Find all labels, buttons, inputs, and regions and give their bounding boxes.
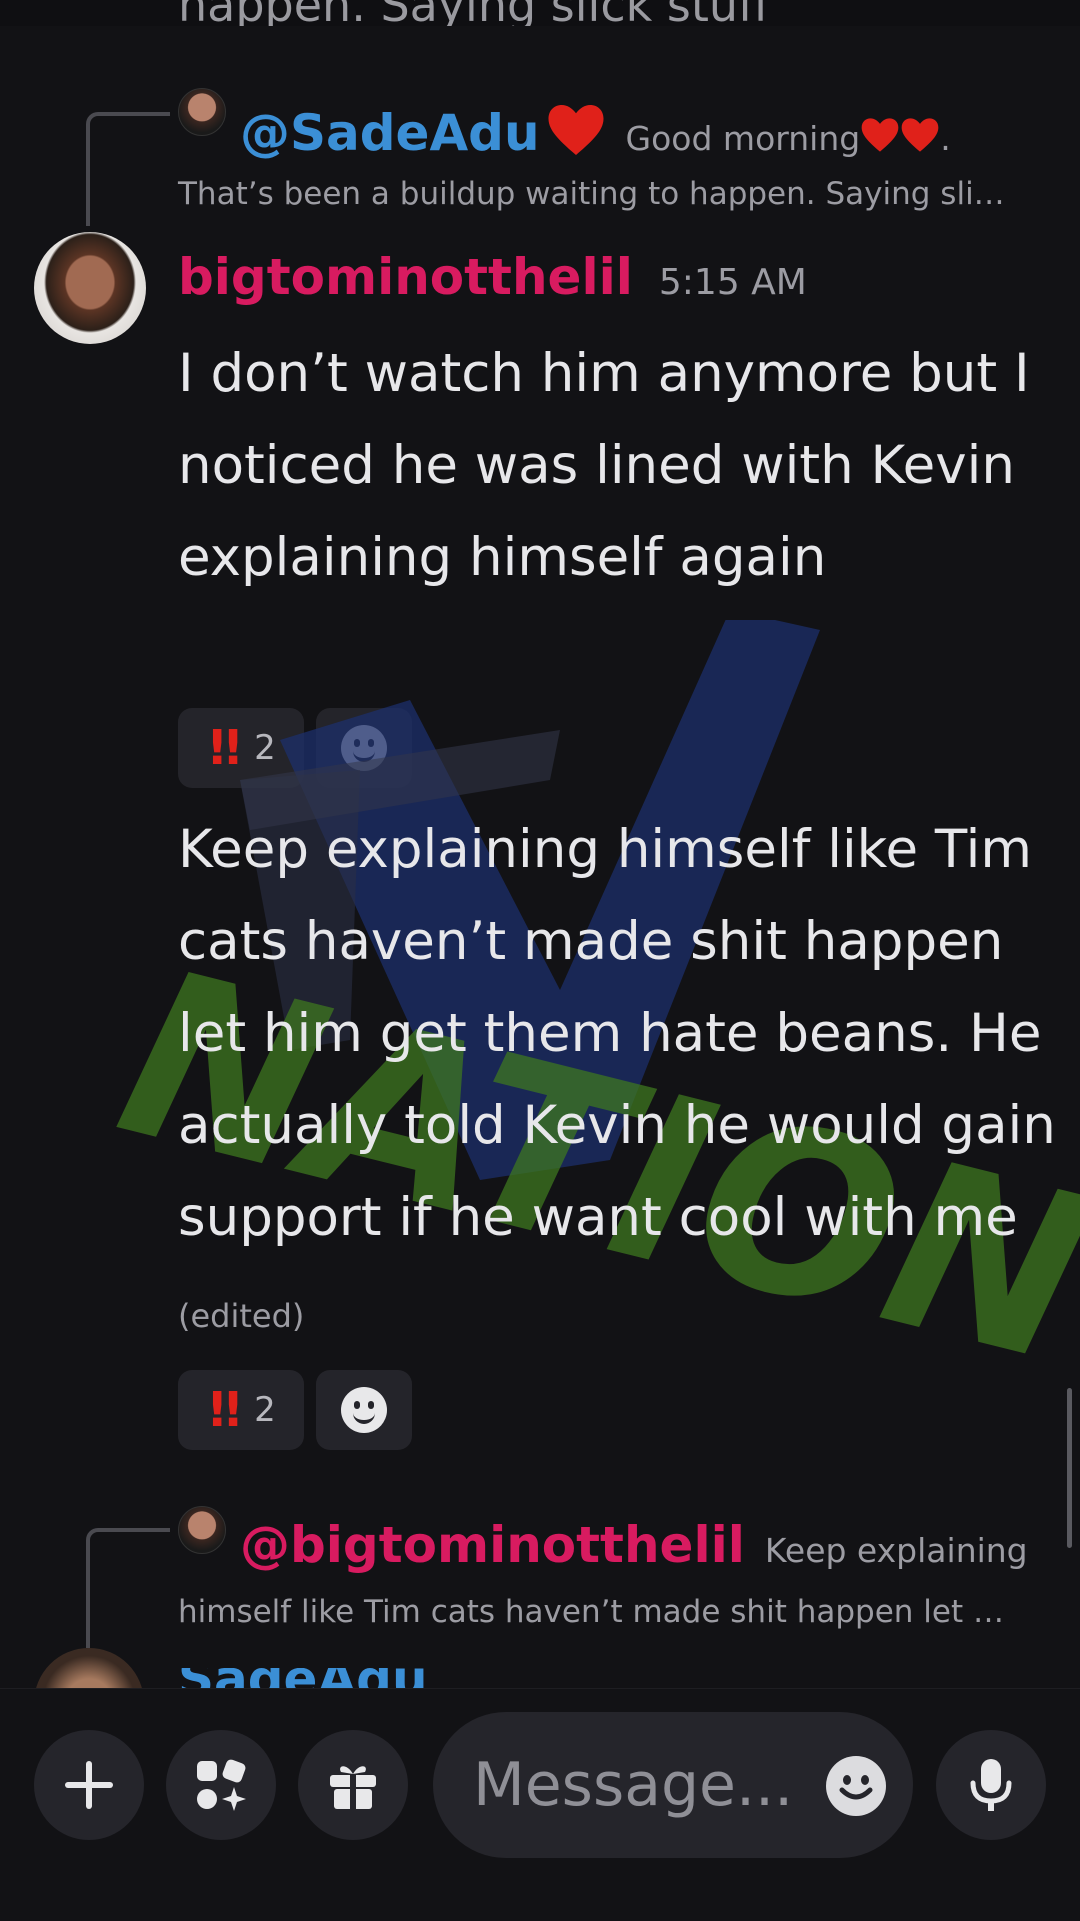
apps-button[interactable] [166,1730,276,1840]
reply-connector [86,1528,170,1648]
message-timestamp: 5:15 AM [658,262,807,303]
reply-snippet-line2: That’s been a buildup waiting to happen.… [178,176,1005,212]
cutoff-text: happen. Saying slick stuff [178,0,770,26]
emoji-icon [341,725,387,771]
reply-avatar[interactable] [178,88,226,136]
reply-snippet: Good morning [625,119,861,158]
reply-connector [86,112,170,226]
scrollbar[interactable] [1067,1388,1072,1548]
reply-snippet-line2: himself like Tim cats haven’t made shit … [178,1594,1004,1630]
reaction-count: 2 [254,728,276,768]
reply-mention[interactable]: @bigtominotthelil [240,1516,745,1574]
apps-icon [197,1759,246,1811]
previous-message-cutoff: happen. Saying slick stuff [0,0,1080,26]
author-avatar[interactable] [34,232,146,344]
mic-icon [970,1759,1012,1811]
emoji-picker-button[interactable] [826,1756,886,1816]
add-reaction-button[interactable] [316,1370,412,1450]
reply-preview-header[interactable]: @SadeAdu Good morning . [240,94,951,162]
reaction-count: 2 [254,1390,276,1430]
message-placeholder: Message... [473,1750,794,1820]
emoji-icon [839,1775,873,1800]
reply-snippet-period: . [940,119,951,158]
attach-button[interactable] [34,1730,144,1840]
message-header: bigtominotthelil 5:15 AM [178,248,807,306]
reply-avatar[interactable] [178,1506,226,1554]
heart-icon [861,118,899,152]
voice-message-button[interactable] [936,1730,1046,1840]
gift-icon [330,1766,376,1809]
message-text: I don’t watch him anymore but I noticed … [178,343,1030,588]
reply-mention[interactable]: @SadeAdu [240,104,540,162]
double-exclamation-icon: !! [206,720,244,776]
reaction-chip[interactable]: !! 2 [178,708,304,788]
add-reaction-button[interactable] [316,708,412,788]
edited-label: (edited) [178,1297,305,1335]
message-text: Keep explaining himself like Tim cats ha… [178,804,1078,1362]
heart-icon [548,105,604,155]
reply-preview-header[interactable]: @bigtominotthelil Keep explaining [240,1516,1028,1574]
heart-icon [901,118,939,152]
double-exclamation-icon: !! [206,1382,244,1438]
reply-snippet: Keep explaining [764,1531,1028,1570]
gift-button[interactable] [298,1730,408,1840]
reaction-chip[interactable]: !! 2 [178,1370,304,1450]
emoji-icon [341,1387,387,1433]
message-text-body: Keep explaining himself like Tim cats ha… [178,819,1056,1248]
plus-icon [65,1761,113,1809]
author-username[interactable]: bigtominotthelil [178,248,633,306]
next-author-name: SadeAdu [178,1668,428,1690]
